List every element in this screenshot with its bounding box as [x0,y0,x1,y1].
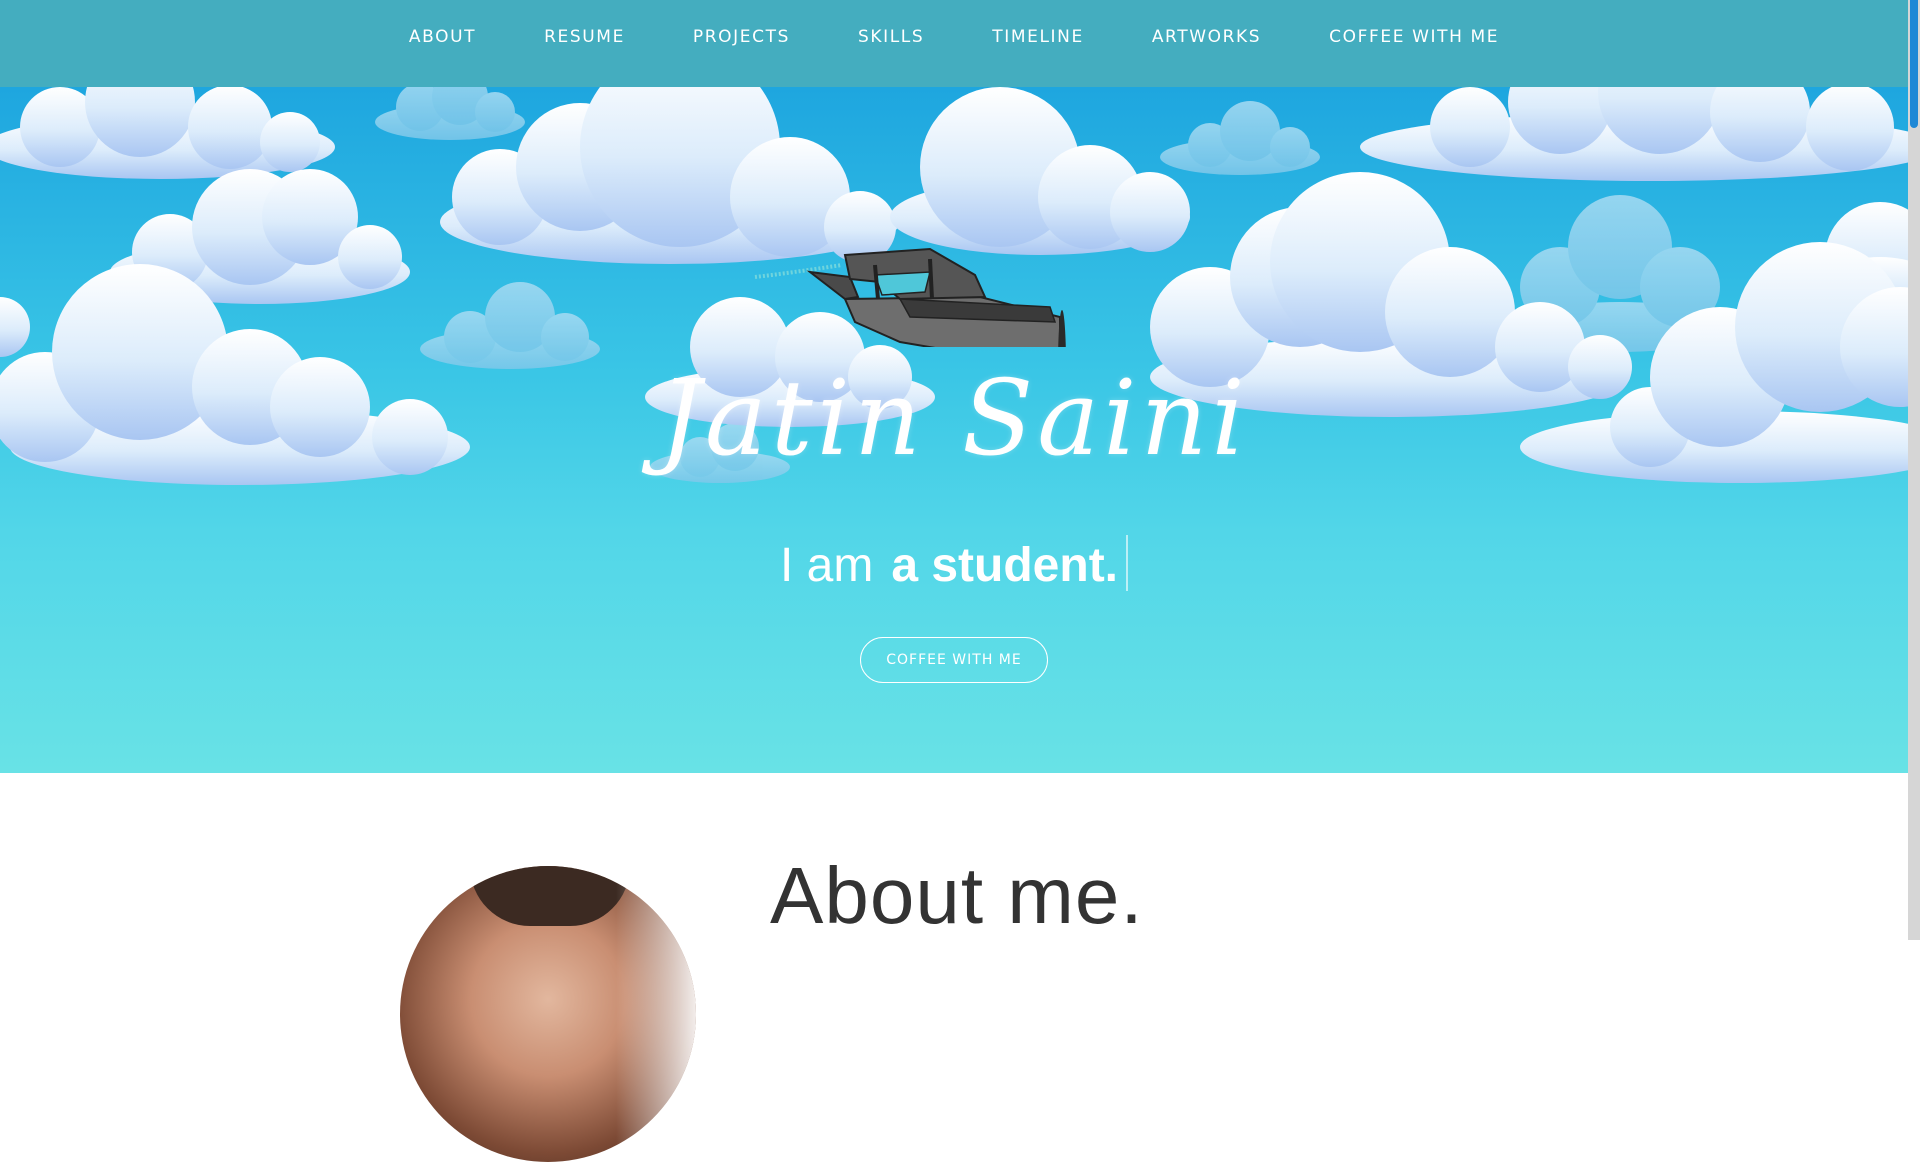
nav-item-projects[interactable]: PROJECTS [693,27,790,47]
nav-item-resume[interactable]: RESUME [544,27,625,47]
nav-item-timeline[interactable]: TIMELINE [992,27,1084,47]
tagline-prefix: I am [779,539,874,592]
nav-item-skills[interactable]: SKILLS [858,27,924,47]
profile-photo-hair [470,866,630,926]
hero-section: Jatin Saini I am a student. COFFEE WITH M… [0,87,1908,773]
hero-name: Jatin Saini [659,357,1249,479]
scrollbar-thumb[interactable] [1910,0,1918,128]
about-heading: About me. [770,851,1144,940]
profile-photo-highlight [616,866,696,1162]
profile-photo [400,866,696,1162]
typing-cursor [1126,535,1129,591]
nav-item-about[interactable]: ABOUT [409,27,476,47]
coffee-with-me-button[interactable]: COFFEE WITH ME [860,637,1048,683]
nav-item-coffee-with-me[interactable]: COFFEE WITH ME [1329,27,1499,47]
top-nav: ABOUT RESUME PROJECTS SKILLS TIMELINE AR… [0,0,1908,87]
hero-tagline: I am a student. [0,535,1908,593]
nav-item-artworks[interactable]: ARTWORKS [1152,27,1261,47]
tagline-typed-text: a student. [891,539,1119,592]
page-scrollbar[interactable] [1908,0,1920,940]
airplane-illustration [754,247,1066,347]
